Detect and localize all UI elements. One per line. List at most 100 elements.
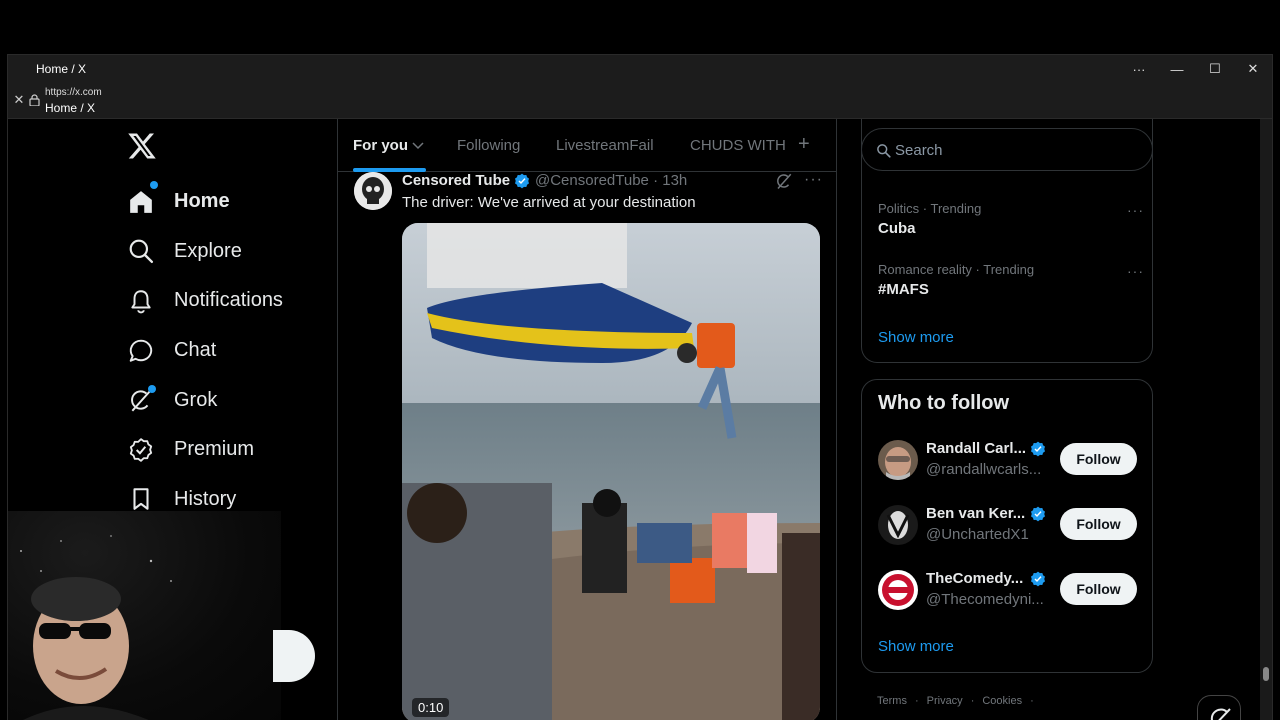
timeline-tabs: For you Following LivestreamFail CHUDS W… — [338, 119, 836, 172]
avatar[interactable] — [878, 505, 918, 545]
video-frame-image — [402, 223, 820, 720]
primary-nav: Home Explore Notifications Chat Grok Pre… — [126, 177, 326, 524]
user-avatar-image — [878, 440, 918, 480]
tab-for-you[interactable]: For you — [353, 137, 408, 154]
home-icon — [130, 190, 152, 213]
trend-meta: Politics · Trending — [878, 201, 982, 216]
trend-item[interactable]: Romance reality · Trending #MAFS — [878, 262, 1034, 298]
who-to-follow-show-more-link[interactable]: Show more — [878, 638, 954, 655]
tweet-handle-time[interactable]: @CensoredTube · 13h — [535, 172, 687, 189]
footer-link-privacy[interactable]: Privacy — [927, 695, 963, 707]
nav-item-premium[interactable]: Premium — [126, 425, 326, 475]
maximize-button[interactable]: ☐ — [1196, 55, 1234, 83]
avatar[interactable] — [878, 440, 918, 480]
bell-icon — [131, 290, 151, 314]
nav-label-history: History — [174, 487, 237, 510]
footer-separator: · — [970, 695, 975, 707]
browser-window: Home / X ··· — ☐ ✕ ✕ https://x.com Home … — [7, 54, 1273, 720]
follow-button[interactable]: Follow — [1060, 508, 1137, 540]
x-logo-icon[interactable] — [127, 132, 157, 160]
tab-chuds-with[interactable]: CHUDS WITH — [690, 137, 786, 154]
tweet-video[interactable]: 0:10 — [402, 223, 820, 720]
nav-item-chat[interactable]: Chat — [126, 326, 326, 376]
comedy-nights-logo-icon — [878, 570, 918, 610]
notification-dot — [148, 385, 156, 394]
main-timeline: For you Following LivestreamFail CHUDS W… — [337, 119, 837, 720]
tweet-text: The driver: We've arrived at your destin… — [402, 194, 696, 211]
title-bar: Home / X ··· — ☐ ✕ — [8, 55, 1272, 83]
address-bar: ✕ https://x.com Home / X — [8, 83, 1272, 119]
verified-badge-icon — [1031, 441, 1045, 457]
nav-label-premium: Premium — [174, 438, 255, 461]
page-scrollbar[interactable] — [1260, 119, 1272, 720]
chat-bubble-icon — [129, 339, 153, 362]
scrollbar-thumb[interactable] — [1263, 667, 1269, 681]
lock-icon — [29, 94, 40, 106]
verified-badge-icon — [515, 173, 529, 189]
sidebar-right: Politics · Trending Cuba ··· Romance rea… — [861, 119, 1153, 720]
nav-label-chat: Chat — [174, 339, 217, 362]
search-input[interactable]: Search — [861, 128, 1153, 171]
grok-icon — [1210, 708, 1231, 720]
footer-link-terms[interactable]: Terms — [877, 695, 907, 707]
grok-explain-icon[interactable] — [775, 172, 793, 190]
trend-name: Cuba — [878, 220, 916, 237]
who-to-follow-card: Who to follow Randall Carl... @randallwc… — [861, 379, 1153, 673]
follow-button[interactable]: Follow — [1060, 443, 1137, 475]
nav-label-grok: Grok — [174, 388, 218, 411]
skull-avatar-icon — [354, 172, 392, 210]
close-window-button[interactable]: ✕ — [1234, 55, 1272, 83]
add-tab-icon[interactable]: + — [798, 133, 810, 156]
window-title: Home / X — [36, 62, 87, 76]
avatar[interactable] — [354, 172, 392, 210]
footer-links: Terms · Privacy · Cookies · — [877, 695, 1034, 707]
webcam-overlay — [8, 511, 281, 720]
url-text[interactable]: https://x.com — [45, 87, 102, 98]
follow-suggestion[interactable]: Randall Carl... @randallwcarls... Follow — [878, 440, 1138, 484]
nav-item-explore[interactable]: Explore — [126, 227, 326, 277]
nav-item-notifications[interactable]: Notifications — [126, 276, 326, 326]
bookmark-icon — [133, 488, 149, 511]
follow-suggestion[interactable]: TheComedy... @Thecomedyni... Follow — [878, 570, 1138, 614]
tab-livestreamfail[interactable]: LivestreamFail — [556, 137, 654, 154]
more-options-icon[interactable]: ··· — [1120, 55, 1158, 83]
nav-item-grok[interactable]: Grok — [126, 375, 326, 425]
follow-button[interactable]: Follow — [1060, 573, 1137, 605]
tweet-handle: @CensoredTube — [535, 172, 649, 189]
window-controls: ··· — ☐ ✕ — [1120, 55, 1272, 83]
grok-floating-button[interactable] — [1197, 695, 1241, 720]
search-icon — [129, 240, 154, 264]
follow-user-handle: @Thecomedyni... — [926, 591, 1044, 608]
follow-suggestion[interactable]: Ben van Ker... @UnchartedX1 Follow — [878, 505, 1138, 549]
more-icon[interactable]: ··· — [804, 171, 823, 189]
page-content: Home Explore Notifications Chat Grok Pre… — [8, 119, 1272, 720]
follow-user-name: TheComedy... — [926, 570, 1024, 587]
footer-separator: · — [1030, 695, 1034, 707]
video-timestamp: 0:10 — [412, 698, 450, 717]
search-icon — [877, 144, 891, 158]
tweet-time: 13h — [662, 172, 688, 189]
avatar[interactable] — [878, 570, 918, 610]
minimize-button[interactable]: — — [1158, 55, 1196, 83]
verified-badge-icon — [1031, 506, 1045, 522]
post-button[interactable] — [273, 630, 315, 682]
tab-following[interactable]: Following — [457, 137, 520, 154]
footer-separator: · — [914, 695, 919, 707]
nav-label-explore: Explore — [174, 239, 242, 262]
search-placeholder: Search — [895, 142, 943, 159]
more-icon[interactable]: ··· — [1127, 263, 1144, 279]
stop-loading-icon[interactable]: ✕ — [12, 93, 26, 107]
trend-item[interactable]: Politics · Trending Cuba — [878, 201, 981, 237]
verified-badge-icon — [1031, 571, 1045, 587]
tweet-author-name[interactable]: Censored Tube — [402, 172, 510, 189]
trends-show-more-link[interactable]: Show more — [878, 329, 954, 346]
page-title: Home / X — [45, 101, 96, 115]
follow-user-handle: @randallwcarls... — [926, 461, 1042, 478]
nav-item-home[interactable]: Home — [126, 177, 326, 227]
tweet[interactable]: Censored Tube @CensoredTube · 13h ··· Th… — [338, 171, 836, 720]
who-to-follow-title: Who to follow — [878, 392, 1010, 414]
follow-user-handle: @UnchartedX1 — [926, 526, 1029, 543]
more-icon[interactable]: ··· — [1127, 202, 1144, 218]
chevron-down-icon[interactable] — [412, 142, 424, 150]
footer-link-cookies[interactable]: Cookies — [982, 695, 1022, 707]
